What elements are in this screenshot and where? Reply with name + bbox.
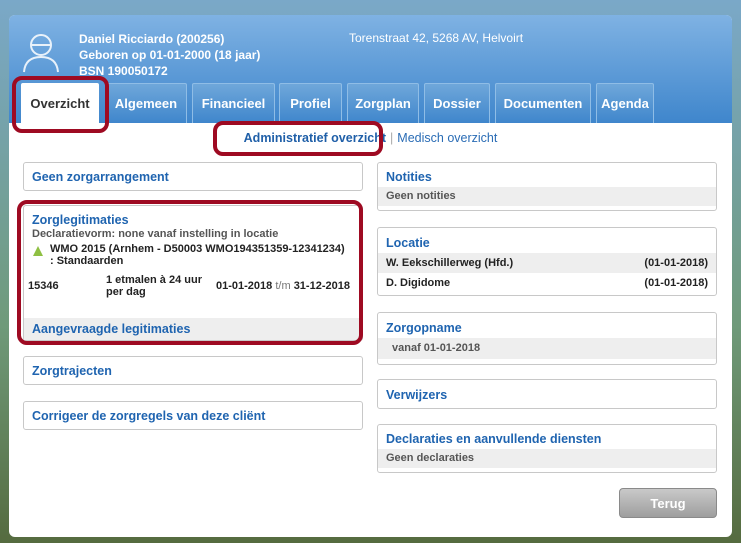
notities-title[interactable]: Notities bbox=[378, 163, 716, 187]
zorgarrangement-panel[interactable]: Geen zorgarrangement bbox=[23, 162, 363, 191]
subnav-separator: | bbox=[390, 131, 394, 145]
locatie-name: W. Eekschillerweg (Hfd.) bbox=[386, 257, 514, 269]
locatie-date: (01-01-2018) bbox=[644, 277, 708, 289]
corrigeer-title: Corrigeer de zorgregels van deze cliënt bbox=[32, 409, 266, 423]
notities-body: Geen notities bbox=[378, 187, 716, 206]
locatie-row: D. Digidome (01-01-2018) bbox=[378, 273, 716, 293]
tab-profiel[interactable]: Profiel bbox=[279, 83, 342, 123]
patient-header: Daniel Ricciardo (200256) Geboren op 01-… bbox=[9, 15, 732, 123]
tab-zorgplan[interactable]: Zorgplan bbox=[347, 83, 419, 123]
declaraties-panel: Declaraties en aanvullende diensten Geen… bbox=[377, 424, 717, 473]
subnav-medisch[interactable]: Medisch overzicht bbox=[397, 131, 497, 145]
user-avatar-icon bbox=[23, 34, 59, 73]
locatie-date: (01-01-2018) bbox=[644, 257, 708, 269]
tab-algemeen[interactable]: Algemeen bbox=[105, 83, 187, 123]
notities-panel: Notities Geen notities bbox=[377, 162, 717, 211]
declaraties-body: Geen declaraties bbox=[378, 449, 716, 468]
locatie-row: W. Eekschillerweg (Hfd.) (01-01-2018) bbox=[378, 253, 716, 273]
highlight-overzicht-tab bbox=[12, 76, 109, 133]
patient-bsn: BSN 190050172 bbox=[79, 64, 168, 78]
locatie-title[interactable]: Locatie bbox=[378, 228, 716, 253]
verwijzers-title: Verwijzers bbox=[386, 388, 448, 402]
declaraties-title[interactable]: Declaraties en aanvullende diensten bbox=[378, 425, 716, 449]
tab-dossier[interactable]: Dossier bbox=[424, 83, 490, 123]
terug-button[interactable]: Terug bbox=[619, 488, 717, 518]
locatie-name: D. Digidome bbox=[386, 277, 451, 289]
verwijzers-panel[interactable]: Verwijzers bbox=[377, 379, 717, 409]
corrigeer-panel[interactable]: Corrigeer de zorgregels van deze cliënt bbox=[23, 401, 363, 430]
patient-info: Daniel Ricciardo (200256) Geboren op 01-… bbox=[79, 31, 260, 79]
highlight-zorglegitimaties bbox=[17, 200, 363, 345]
zorgarrangement-title: Geen zorgarrangement bbox=[32, 170, 169, 184]
zorgopname-title[interactable]: Zorgopname bbox=[378, 313, 716, 338]
tab-documenten[interactable]: Documenten bbox=[495, 83, 591, 123]
patient-address: Torenstraat 42, 5268 AV, Helvoirt bbox=[349, 31, 524, 45]
patient-dob: Geboren op 01-01-2000 (18 jaar) bbox=[79, 48, 261, 62]
zorgtrajecten-title: Zorgtrajecten bbox=[32, 364, 112, 378]
tab-financieel[interactable]: Financieel bbox=[192, 83, 275, 123]
zorgtrajecten-panel[interactable]: Zorgtrajecten bbox=[23, 356, 363, 385]
zorgopname-body: vanaf 01-01-2018 bbox=[378, 338, 716, 359]
tab-agenda[interactable]: Agenda bbox=[596, 83, 654, 123]
zorgopname-panel: Zorgopname vanaf 01-01-2018 bbox=[377, 312, 717, 365]
locatie-panel: Locatie W. Eekschillerweg (Hfd.) (01-01-… bbox=[377, 227, 717, 296]
patient-name: Daniel Ricciardo (200256) bbox=[79, 32, 225, 46]
highlight-administratief bbox=[213, 121, 383, 156]
